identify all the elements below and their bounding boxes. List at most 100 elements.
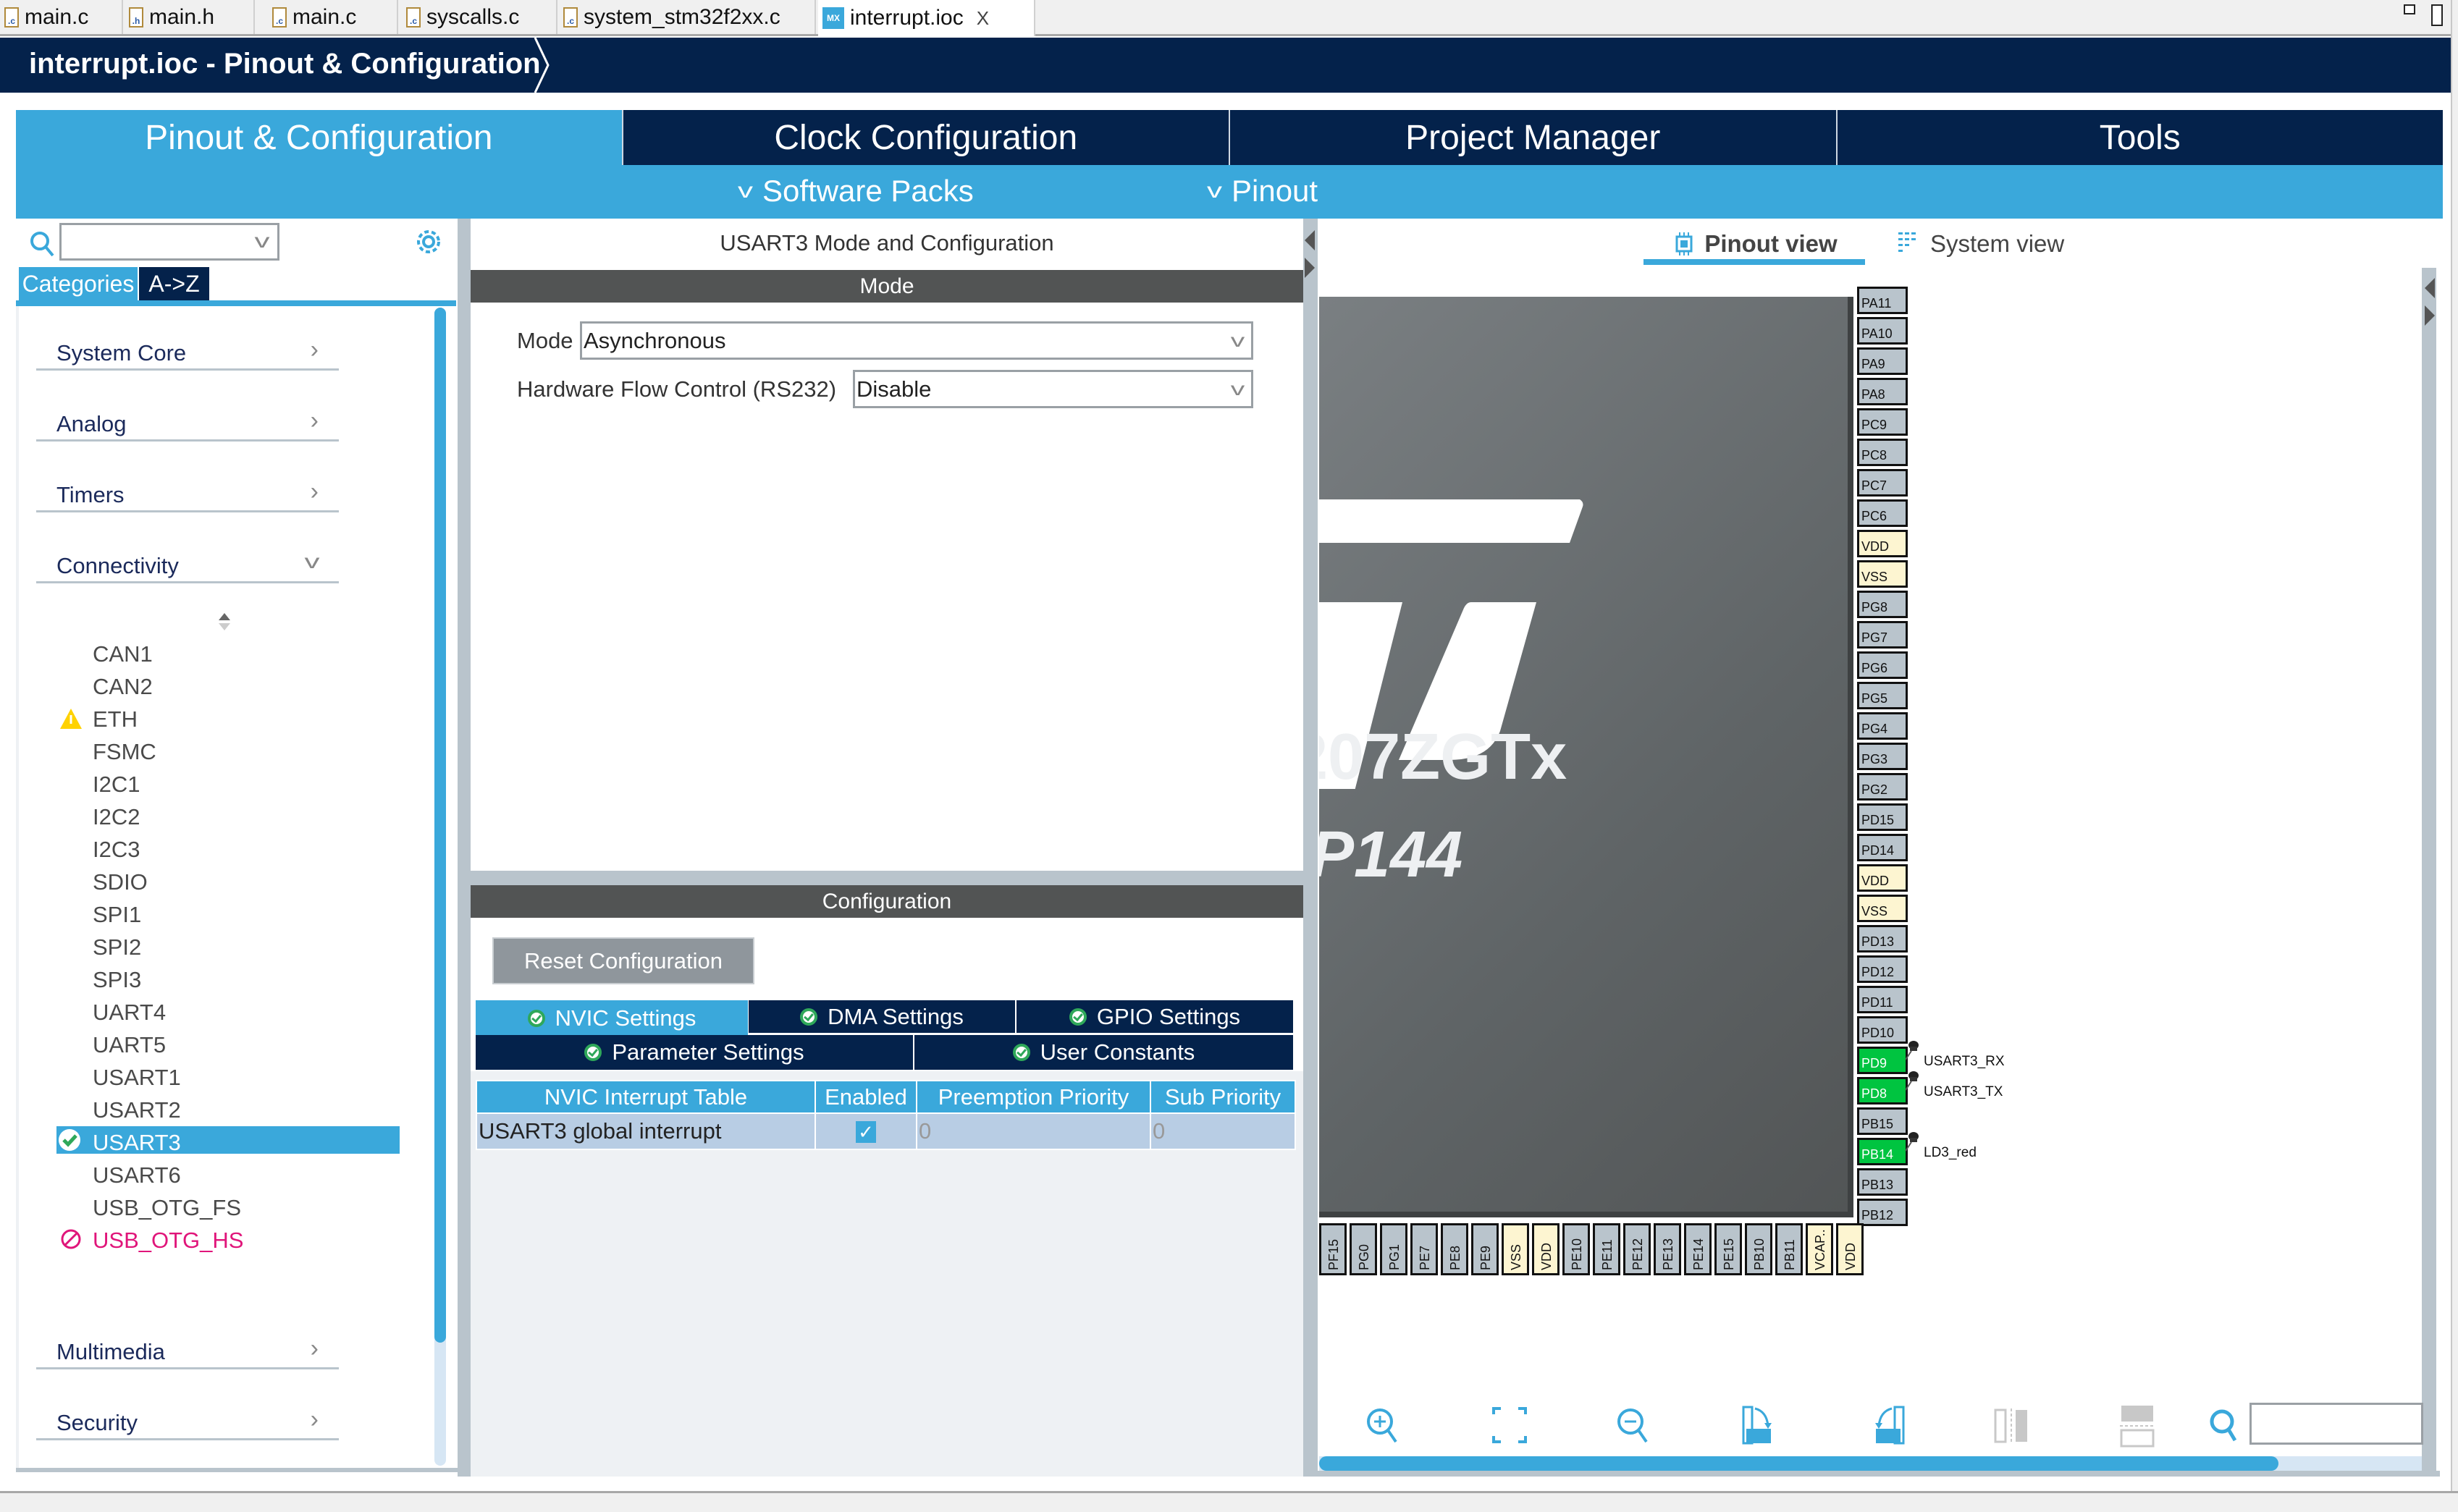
peripheral-spi1[interactable]: SPI1: [93, 901, 141, 929]
category-connectivity[interactable]: Connectivity v: [36, 547, 339, 583]
editor-tab-main-h[interactable]: .h main.h: [125, 0, 255, 34]
tab-system-view[interactable]: System view: [1898, 230, 2064, 258]
peripheral-usb-otg-fs[interactable]: USB_OTG_FS: [93, 1194, 241, 1222]
panel-splitter[interactable]: [1303, 219, 1318, 1477]
pin-pb13[interactable]: PB13: [1857, 1168, 1908, 1196]
peripheral-can2[interactable]: CAN2: [93, 673, 153, 701]
software-packs-menu[interactable]: v Software Packs: [738, 174, 974, 208]
horizontal-scrollbar-thumb[interactable]: [1319, 1456, 2278, 1471]
pin-pa10[interactable]: PA10: [1857, 317, 1908, 345]
peripheral-usart3[interactable]: USART3: [93, 1129, 181, 1157]
pin-pb15[interactable]: PB15: [1857, 1107, 1908, 1135]
collapse-arrows-icon[interactable]: [1303, 226, 1318, 298]
pin-vdd[interactable]: VDD: [1857, 530, 1908, 557]
panel-splitter[interactable]: [458, 219, 471, 1477]
pin-pe12[interactable]: PE12: [1623, 1223, 1651, 1275]
tab-clock-configuration[interactable]: Clock Configuration: [621, 110, 1229, 165]
pin-pc8[interactable]: PC8: [1857, 439, 1908, 466]
peripheral-fsmc[interactable]: FSMC: [93, 738, 156, 766]
pin-vss[interactable]: VSS: [1857, 560, 1908, 588]
tab-a-z[interactable]: A->Z: [139, 267, 209, 300]
pin-pd8[interactable]: PD8: [1857, 1077, 1908, 1105]
pin-pg1[interactable]: PG1: [1380, 1223, 1407, 1275]
rotate-right-icon[interactable]: [1739, 1404, 1783, 1448]
pin-pg6[interactable]: PG6: [1857, 651, 1908, 679]
pin-pe14[interactable]: PE14: [1684, 1223, 1712, 1275]
collapse-arrows-icon[interactable]: [2422, 275, 2436, 340]
hardware-flow-control-select[interactable]: Disable v: [853, 370, 1253, 408]
peripheral-spi2[interactable]: SPI2: [93, 934, 141, 961]
editor-tab-system-stm32[interactable]: .c system_stm32f2xx.c: [559, 0, 816, 34]
pin-pb11[interactable]: PB11: [1775, 1223, 1803, 1275]
tab-pinout-configuration[interactable]: Pinout & Configuration: [16, 110, 622, 165]
pin-pe11[interactable]: PE11: [1593, 1223, 1620, 1275]
pin-pa9[interactable]: PA9: [1857, 347, 1908, 375]
minimize-button[interactable]: [2404, 4, 2415, 14]
category-timers[interactable]: Timers ›: [36, 476, 339, 512]
editor-tab-interrupt-ioc[interactable]: MX interrupt.ioc X: [818, 0, 1035, 36]
peripheral-sdio[interactable]: SDIO: [93, 869, 148, 896]
pin-search-input[interactable]: [2249, 1403, 2423, 1445]
pin-pe13[interactable]: PE13: [1654, 1223, 1681, 1275]
pin-pe15[interactable]: PE15: [1714, 1223, 1742, 1275]
pin-pa8[interactable]: PA8: [1857, 378, 1908, 405]
category-multimedia[interactable]: Multimedia ›: [36, 1333, 339, 1369]
pin-pe7[interactable]: PE7: [1410, 1223, 1438, 1275]
tab-gpio-settings[interactable]: GPIO Settings: [1017, 1000, 1293, 1033]
pin-pd15[interactable]: PD15: [1857, 803, 1908, 831]
pin-pc9[interactable]: PC9: [1857, 408, 1908, 436]
peripheral-i2c2[interactable]: I2C2: [93, 803, 140, 831]
close-tab-icon[interactable]: X: [977, 7, 989, 30]
pin-pg4[interactable]: PG4: [1857, 712, 1908, 740]
zoom-in-icon[interactable]: [1363, 1404, 1406, 1448]
column-header[interactable]: NVIC Interrupt Table: [476, 1080, 816, 1114]
pin-pe10[interactable]: PE10: [1562, 1223, 1590, 1275]
pin-pd11[interactable]: PD11: [1857, 986, 1908, 1013]
tab-nvic-settings[interactable]: NVIC Settings: [476, 1000, 748, 1036]
pin-pa11[interactable]: PA11: [1857, 287, 1908, 314]
table-row[interactable]: USART3 global interrupt ✓ 0 0: [476, 1112, 1296, 1150]
pin-vcap[interactable]: VCAP..: [1806, 1223, 1833, 1275]
pin-vss[interactable]: VSS: [1857, 895, 1908, 922]
mode-select[interactable]: Asynchronous v: [580, 321, 1253, 360]
flip-vertical-icon[interactable]: [1990, 1404, 2033, 1448]
tab-dma-settings[interactable]: DMA Settings: [749, 1000, 1015, 1033]
pin-pf15[interactable]: PF15: [1319, 1223, 1347, 1275]
pin-pd10[interactable]: PD10: [1857, 1016, 1908, 1044]
gear-icon[interactable]: [413, 226, 445, 258]
rotate-left-icon[interactable]: [1864, 1404, 1908, 1448]
reset-configuration-button[interactable]: Reset Configuration: [492, 937, 754, 984]
pin-vss[interactable]: VSS: [1502, 1223, 1529, 1275]
zoom-out-icon[interactable]: [1613, 1404, 1657, 1448]
flip-horizontal-icon[interactable]: [2116, 1404, 2159, 1448]
peripheral-usart2[interactable]: USART2: [93, 1097, 181, 1124]
preemption-priority-cell[interactable]: 0: [916, 1112, 1151, 1150]
pin-vdd[interactable]: VDD: [1857, 864, 1908, 892]
editor-tab-syscalls[interactable]: .c syscalls.c: [402, 0, 557, 34]
tab-user-constants[interactable]: User Constants: [914, 1035, 1293, 1070]
peripheral-uart4[interactable]: UART4: [93, 999, 166, 1026]
pinout-menu[interactable]: v Pinout: [1207, 174, 1318, 208]
pin-vdd[interactable]: VDD: [1532, 1223, 1560, 1275]
peripheral-spi3[interactable]: SPI3: [93, 966, 141, 994]
peripheral-usb-otg-hs[interactable]: USB_OTG_HS: [93, 1227, 243, 1254]
search-input[interactable]: v: [59, 223, 279, 261]
sub-priority-cell[interactable]: 0: [1150, 1112, 1296, 1150]
peripheral-usart6[interactable]: USART6: [93, 1162, 181, 1189]
maximize-button[interactable]: [2431, 4, 2443, 26]
vertical-scrollbar[interactable]: [2422, 268, 2436, 1477]
column-header[interactable]: Enabled: [815, 1080, 917, 1114]
pin-pd14[interactable]: PD14: [1857, 834, 1908, 861]
pin-pg7[interactable]: PG7: [1857, 621, 1908, 649]
pin-vdd[interactable]: VDD: [1836, 1223, 1864, 1275]
pin-pg5[interactable]: PG5: [1857, 682, 1908, 709]
chevron-down-icon[interactable]: v: [255, 229, 270, 253]
mcu-chip[interactable]: 207ZGTx P144: [1319, 297, 1853, 1217]
vertical-scrollbar-thumb[interactable]: [434, 308, 446, 1343]
section-splitter[interactable]: [471, 871, 1303, 885]
pin-pd13[interactable]: PD13: [1857, 925, 1908, 953]
pin-pb12[interactable]: PB12: [1857, 1199, 1908, 1226]
category-system-core[interactable]: System Core ›: [36, 334, 339, 371]
pin-pb14[interactable]: PB14: [1857, 1138, 1908, 1165]
editor-tab-main-c-2[interactable]: .c main.c: [268, 0, 398, 34]
